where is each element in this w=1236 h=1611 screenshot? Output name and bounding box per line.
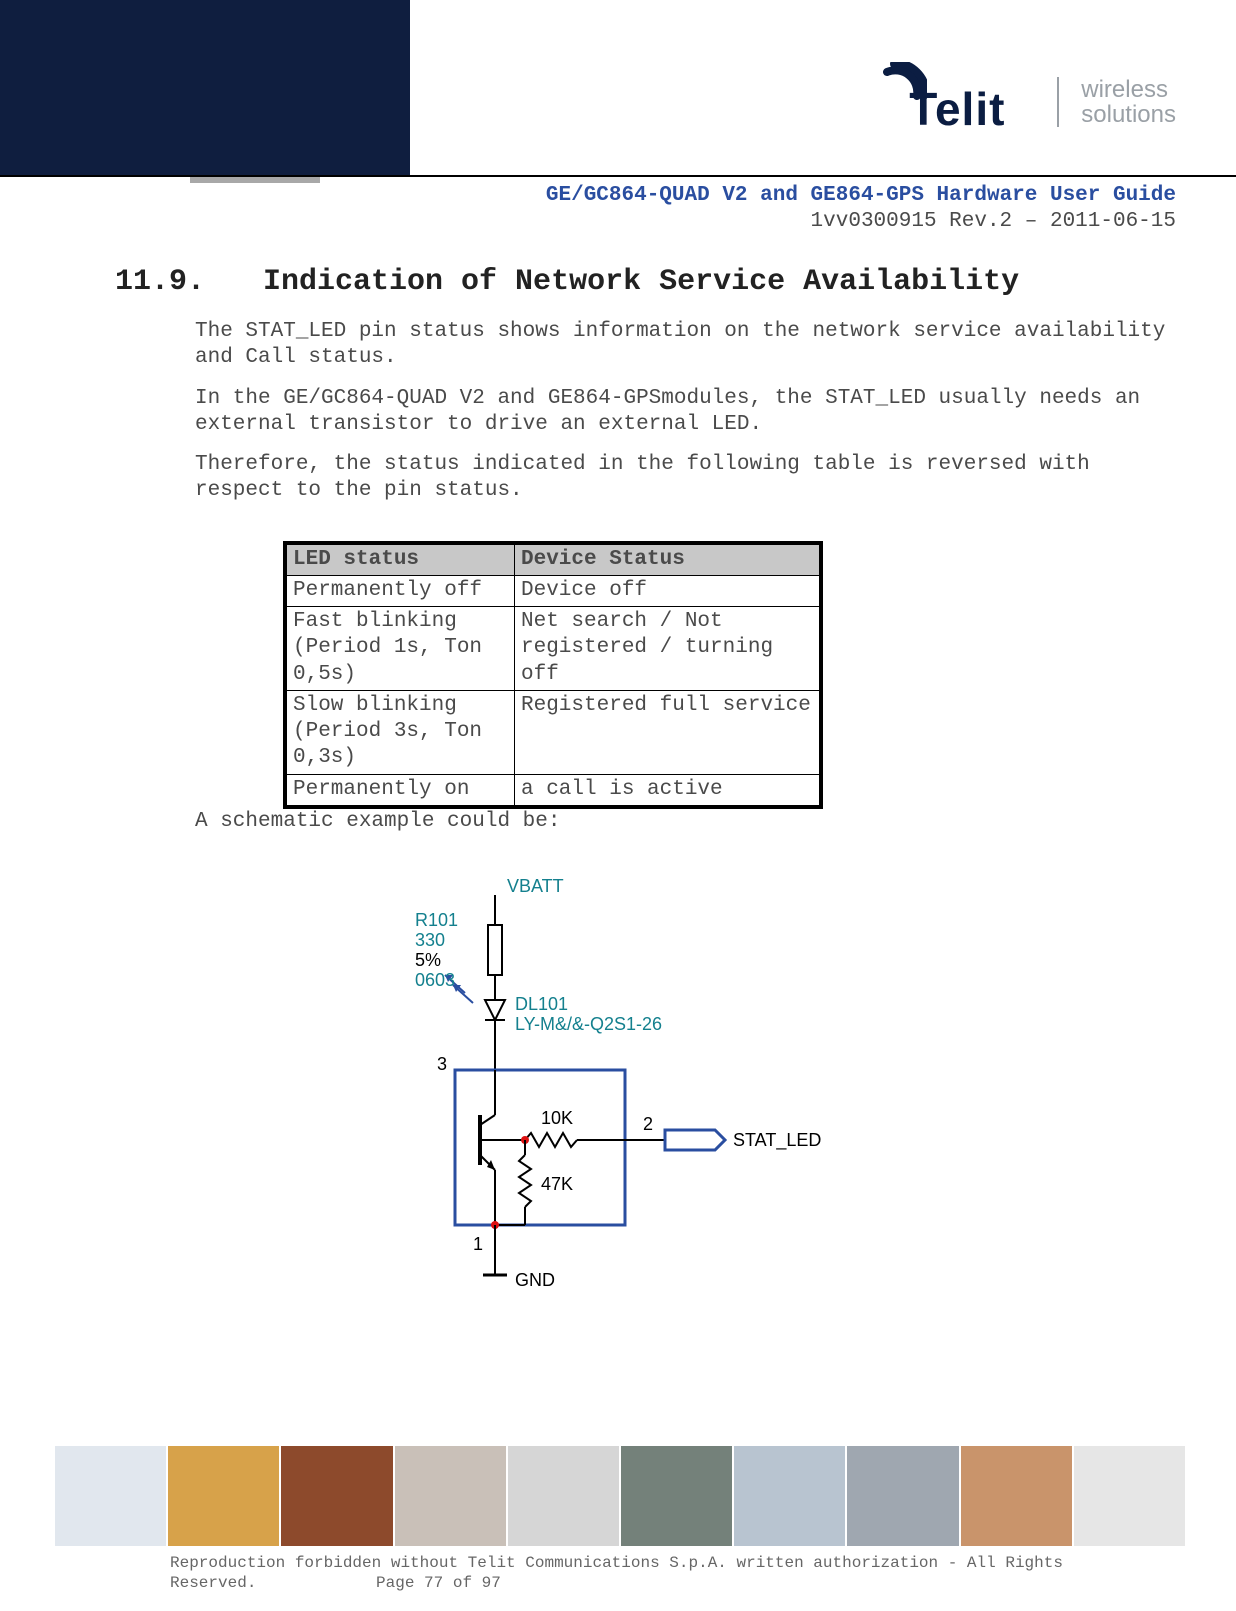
schem-pin2: 2 [643,1113,653,1136]
cell-device: Registered full service [515,690,822,774]
footer-text: Reproduction forbidden without Telit Com… [170,1553,1170,1593]
logo-tagline: wireless solutions [1057,77,1176,127]
schematic-diagram: VBATT R101 330 5% 0603 DL101 LY-M&/&-Q2S… [325,875,775,1335]
schem-pin3: 3 [437,1053,447,1076]
footer-reserved: Reserved. [170,1574,256,1592]
footer-tile [55,1446,166,1546]
footer-tile [621,1446,732,1546]
schem-r-in: 10K [541,1107,573,1130]
para-2: In the GE/GC864-QUAD V2 and GE864-GPSmod… [195,386,1176,439]
footer-page: Page 77 of 97 [376,1573,501,1593]
logo-word: Telit [909,81,1005,139]
table-row: Slow blinking (Period 3s, Ton 0,3s) Regi… [285,690,821,774]
schem-pin1: 1 [473,1233,483,1256]
section-heading: 11.9. Indication of Network Service Avai… [115,264,1176,302]
footer-tile [395,1446,506,1546]
schem-signal: STAT_LED [733,1129,821,1152]
th-device-status: Device Status [515,543,822,576]
footer-notice: Reproduction forbidden without Telit Com… [170,1554,1063,1572]
table-row: Permanently on a call is active [285,774,821,807]
brand-logo: Telit wireless solutions [863,62,1176,142]
section-title: Indication of Network Service Availabili… [263,265,1019,299]
th-led-status: LED status [285,543,515,576]
footer-tile [281,1446,392,1546]
banner-rule [0,175,1236,177]
cell-led: Fast blinking (Period 1s, Ton 0,5s) [285,607,515,691]
para-3: Therefore, the status indicated in the f… [195,452,1176,505]
page-banner: Telit wireless solutions [0,0,1236,175]
footer-tile [168,1446,279,1546]
para-4: A schematic example could be: [195,809,1176,835]
table-row: Permanently off Device off [285,575,821,606]
para-1: The STAT_LED pin status shows informatio… [195,319,1176,372]
banner-navy-block [0,0,410,175]
footer-image-strip [55,1446,1185,1546]
cell-device: Device off [515,575,822,606]
led-status-table: LED status Device Status Permanently off… [283,541,823,809]
schem-gnd: GND [515,1269,555,1292]
footer-tile [508,1446,619,1546]
schem-r-pd: 47K [541,1173,573,1196]
schem-led-part: LY-M&/&-Q2S1-26 [515,1013,662,1036]
running-header: GE/GC864-QUAD V2 and GE864-GPS Hardware … [0,175,1236,236]
cell-led: Permanently on [285,774,515,807]
footer-tile [1074,1446,1185,1546]
footer-tile [734,1446,845,1546]
logo-tag-line2: solutions [1081,101,1176,128]
logo-tag-line1: wireless [1081,76,1168,103]
doc-revision: 1vv0300915 Rev.2 – 2011-06-15 [0,209,1176,235]
section-number: 11.9. [115,264,245,302]
schem-r-pkg: 0603 [415,969,455,992]
doc-title: GE/GC864-QUAD V2 and GE864-GPS Hardware … [0,183,1176,209]
schematic-svg [325,875,775,1335]
table-row: Fast blinking (Period 1s, Ton 0,5s) Net … [285,607,821,691]
cell-device: a call is active [515,774,822,807]
logo-mark: Telit [863,62,1033,142]
cell-led: Slow blinking (Period 3s, Ton 0,3s) [285,690,515,774]
footer-tile [847,1446,958,1546]
schem-vbatt: VBATT [507,875,564,898]
cell-led: Permanently off [285,575,515,606]
cell-device: Net search / Not registered / turning of… [515,607,822,691]
footer-tile [961,1446,1072,1546]
